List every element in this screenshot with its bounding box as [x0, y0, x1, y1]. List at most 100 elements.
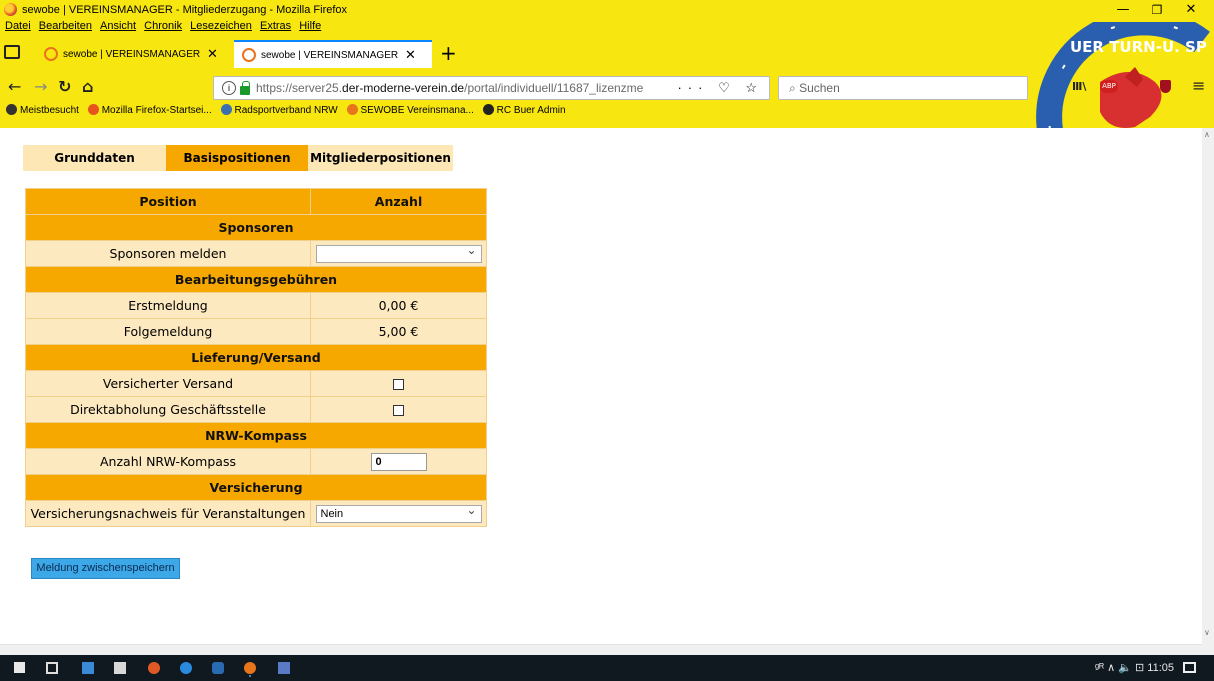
bicycle-icon [220, 104, 232, 115]
subtab-bar: Grunddaten Basispositionen Mitgliederpos… [23, 145, 453, 171]
row-value [310, 240, 487, 267]
tab-basispositionen[interactable]: Basispositionen [166, 145, 308, 171]
section-lieferung-versand: Lieferung/Versand [25, 344, 487, 371]
table-row: Erstmeldung 0,00 € [25, 292, 487, 319]
sidebar-toggle-icon[interactable] [4, 45, 20, 59]
close-window-button[interactable]: ✕ [1168, 0, 1214, 20]
menu-bar: Datei Bearbeiten Ansicht Chronik Lesezei… [0, 20, 321, 36]
tab-mitgliederpositionen[interactable]: Mitgliederpositionen [308, 145, 453, 171]
section-row: Sponsoren [25, 214, 487, 241]
lock-icon [240, 80, 250, 95]
nrw-kompass-quantity-input[interactable]: 0 [370, 452, 427, 471]
section-sponsoren: Sponsoren [25, 214, 487, 241]
menu-lesezeichen[interactable]: Lesezeichen [190, 20, 252, 32]
row-label: Anzahl NRW-Kompass [25, 448, 311, 475]
search-placeholder: Suchen [799, 81, 840, 95]
table-row: Anzahl NRW-Kompass 0 [25, 448, 487, 475]
table-row: Versicherter Versand [25, 370, 487, 397]
row-label: Direktabholung Geschäftsstelle [25, 396, 311, 423]
sewobe-icon [346, 104, 358, 115]
library-icon[interactable]: Ⅲ\ [1072, 80, 1086, 93]
url-bar[interactable]: i https://server25.der-moderne-verein.de… [213, 76, 770, 100]
sponsoren-select[interactable] [315, 242, 482, 263]
bookmark-firefox-start[interactable]: Mozilla Firefox-Startsei... [87, 104, 212, 116]
security-icon[interactable] [212, 662, 224, 674]
tab-label: sewobe | VEREINSMANAGER - M [261, 49, 401, 61]
globe-icon [482, 104, 494, 115]
close-tab-icon[interactable]: ✕ [207, 46, 218, 62]
gear-icon [6, 104, 17, 115]
firefox-taskbar-icon[interactable] [244, 662, 256, 674]
title-bar: sewobe | VEREINSMANAGER - Mitgliederzuga… [0, 0, 1214, 20]
browser-tab-2-active[interactable]: sewobe | VEREINSMANAGER - M ✕ [234, 40, 432, 68]
edge-icon[interactable] [180, 662, 192, 674]
menu-datei[interactable]: Datei [5, 20, 31, 32]
file-explorer-icon[interactable] [82, 662, 94, 674]
windows-start-icon[interactable] [14, 662, 25, 673]
menu-ansicht[interactable]: Ansicht [100, 20, 136, 32]
forward-icon[interactable]: → [34, 78, 47, 96]
bookmark-sewobe[interactable]: SEWOBE Vereinsmana... [346, 104, 474, 116]
row-value [310, 396, 487, 423]
section-row: Versicherung [25, 474, 487, 501]
table-row: Sponsoren melden [25, 240, 487, 267]
direktabholung-checkbox[interactable] [393, 405, 404, 416]
tab-label: sewobe | VEREINSMANAGER - M [63, 48, 203, 60]
adblock-icon[interactable]: ABP [1100, 80, 1118, 93]
window-title: sewobe | VEREINSMANAGER - Mitgliederzuga… [22, 4, 348, 16]
scroll-up-icon[interactable]: ∧ [1204, 130, 1210, 139]
bookmarks-toolbar: Meistbesucht Mozilla Firefox-Startsei...… [0, 104, 566, 124]
app-icon[interactable] [148, 662, 160, 674]
firefox-icon [87, 104, 99, 115]
app-icon-2[interactable] [278, 662, 290, 674]
table-header-row: Position Anzahl [25, 188, 487, 215]
site-info-icon[interactable]: i [222, 81, 236, 95]
row-label: Folgemeldung [25, 318, 311, 345]
table-row: Versicherungsnachweis für Veranstaltunge… [25, 500, 487, 527]
system-tray[interactable]: ᵍᴿ ∧ 🔈 ⊡ 11:05 [1095, 661, 1174, 674]
row-label: Erstmeldung [25, 292, 311, 319]
horizontal-scrollbar[interactable] [0, 644, 1202, 655]
row-value: 0 [310, 448, 487, 475]
row-value: Nein [310, 500, 487, 527]
url-text[interactable]: https://server25.der-moderne-verein.de/p… [256, 81, 656, 95]
browser-tab-1[interactable]: sewobe | VEREINSMANAGER - M ✕ [36, 40, 232, 68]
menu-extras[interactable]: Extras [260, 20, 291, 32]
row-value [310, 370, 487, 397]
versicherter-versand-checkbox[interactable] [393, 379, 404, 390]
row-label: Sponsoren melden [25, 240, 311, 267]
close-tab-icon[interactable]: ✕ [405, 47, 416, 63]
reload-icon[interactable]: ↻ [58, 78, 71, 96]
search-input[interactable]: ⌕ Suchen [778, 76, 1028, 100]
menu-chronik[interactable]: Chronik [144, 20, 182, 32]
notification-icon[interactable] [1183, 662, 1196, 673]
tab-grunddaten[interactable]: Grunddaten [23, 145, 166, 171]
section-row: Lieferung/Versand [25, 344, 487, 371]
section-row: Bearbeitungsgebühren [25, 266, 487, 293]
save-draft-button[interactable]: Meldung zwischenspeichern [31, 558, 180, 579]
home-icon[interactable]: ⌂ [82, 78, 93, 96]
menu-bearbeiten[interactable]: Bearbeiten [39, 20, 92, 32]
row-label: Versicherungsnachweis für Veranstaltunge… [25, 500, 311, 527]
scroll-down-icon[interactable]: ∨ [1204, 628, 1210, 637]
svg-text:UER TURN-U. SP: UER TURN-U. SP [1070, 38, 1207, 56]
bookmark-meistbesucht[interactable]: Meistbesucht [6, 104, 79, 116]
menu-hilfe[interactable]: Hilfe [299, 20, 321, 32]
new-tab-button[interactable]: + [440, 43, 457, 63]
task-view-icon[interactable] [46, 662, 58, 674]
back-icon[interactable]: ← [8, 78, 21, 96]
page-actions-icons[interactable]: ··· ♡ ☆ [677, 80, 763, 96]
erstmeldung-value: 0,00 € [310, 292, 487, 319]
store-icon[interactable] [114, 662, 126, 674]
versicherungsnachweis-select[interactable]: Nein [315, 502, 482, 523]
menu-hamburger-icon[interactable]: ≡ [1192, 76, 1205, 95]
bookmark-radsportverband[interactable]: Radsportverband NRW [220, 104, 338, 116]
vertical-scrollbar[interactable]: ∧ ∨ [1202, 128, 1214, 655]
positions-table: Position Anzahl Sponsoren Sponsoren meld… [25, 188, 487, 527]
bookmark-rc-buer[interactable]: RC Buer Admin [482, 104, 566, 116]
ublock-icon[interactable] [1160, 80, 1171, 93]
folgemeldung-value: 5,00 € [310, 318, 487, 345]
firefox-logo-icon [4, 3, 17, 16]
table-row: Folgemeldung 5,00 € [25, 318, 487, 345]
windows-taskbar: ᵍᴿ ∧ 🔈 ⊡ 11:05 [0, 655, 1214, 681]
